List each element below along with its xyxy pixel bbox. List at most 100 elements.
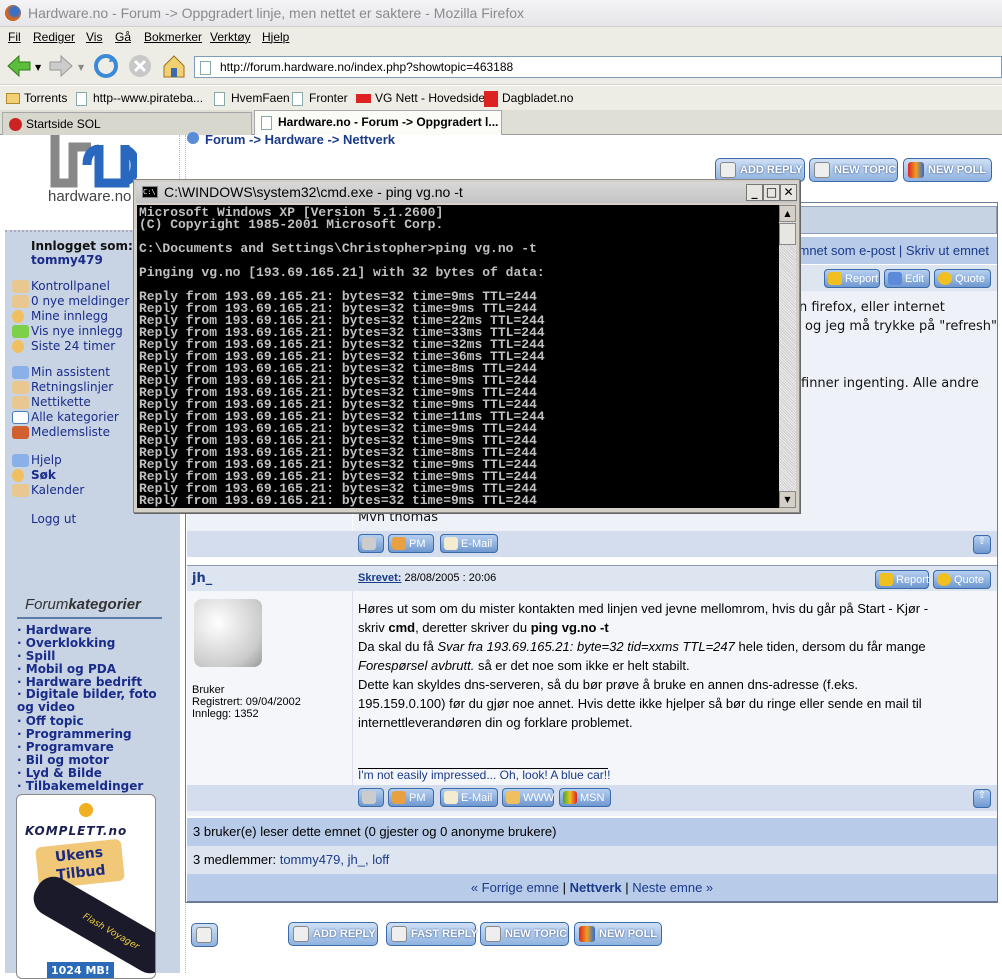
sidebar-link-meldinger[interactable]: 0 nye meldinger xyxy=(31,294,129,308)
sidebar-link-mine-innlegg[interactable]: Mine innlegg xyxy=(31,309,108,323)
quote-icon xyxy=(938,272,952,285)
sidebar-link-retningslinjer[interactable]: Retningslinjer xyxy=(31,380,113,394)
profile-button[interactable] xyxy=(358,534,384,553)
cmd-window[interactable]: C:\ C:\WINDOWS\system32\cmd.exe - ping v… xyxy=(133,179,800,513)
category-link[interactable]: · Hardware xyxy=(17,623,92,637)
new-topic-button[interactable]: NEW TOPIC xyxy=(480,922,569,946)
sidebar-link-kontrollpanel[interactable]: Kontrollpanel xyxy=(31,279,110,293)
bookmark-vg[interactable]: VG Nett - Hovedsiden xyxy=(356,91,492,105)
sidebar-link-sok[interactable]: Søk xyxy=(31,468,56,482)
post2-header: jh_ Skrevet: 28/08/2005 : 20:06 Report Q… xyxy=(187,565,997,591)
envelope-icon xyxy=(444,537,458,550)
post2-actions-row: PM E-Mail WWW MSN ⇧ xyxy=(187,785,997,811)
report-button[interactable]: Report xyxy=(824,269,880,288)
topic-options-links[interactable]: mnet som e-post | Skriv ut emnet xyxy=(799,243,990,258)
close-button[interactable]: ✕ xyxy=(780,184,797,201)
signature: I'm not easily impressed... Oh, look! A … xyxy=(358,768,611,782)
address-bar[interactable]: http://forum.hardware.no/index.php?showt… xyxy=(194,56,1002,78)
email-button[interactable]: E-Mail xyxy=(440,788,498,807)
komplett-ad-banner[interactable]: KOMPLETT.no Ukens Tilbud Flash Voyager 1… xyxy=(16,794,156,979)
breadcrumb[interactable]: Forum -> Hardware -> Nettverk xyxy=(187,132,395,147)
username-link[interactable]: tommy479 xyxy=(31,253,103,267)
category-link[interactable]: · Lyd & Bilde xyxy=(17,766,102,780)
breadcrumb-icon xyxy=(187,132,199,144)
scroll-top-button[interactable]: ⇧ xyxy=(973,789,991,808)
msn-button[interactable]: MSN xyxy=(559,788,611,807)
member-links[interactable]: tommy479, jh_, loff xyxy=(280,852,390,867)
post2-date: Skrevet: 28/08/2005 : 20:06 xyxy=(358,572,497,584)
komplett-logo-icon xyxy=(79,803,93,817)
post2-author[interactable]: jh_ xyxy=(192,571,212,586)
category-link[interactable]: · Spill xyxy=(17,649,55,663)
scroll-up-button[interactable]: ▲ xyxy=(779,205,796,222)
forum-link[interactable]: Nettverk xyxy=(570,880,622,895)
scroll-top-button[interactable]: ⇧ xyxy=(973,535,991,554)
fast-reply-button[interactable]: FAST REPLY xyxy=(386,922,478,946)
forward-dropdown-icon[interactable]: ▼ xyxy=(78,63,84,72)
next-topic-link[interactable]: Neste emne » xyxy=(632,880,713,895)
new-topic-button[interactable]: NEW TOPIC xyxy=(809,158,898,182)
sidebar-link-medlemsliste[interactable]: Medlemsliste xyxy=(31,425,110,439)
topic-options-button[interactable] xyxy=(191,923,218,947)
category-link[interactable]: · Programmering xyxy=(17,727,132,741)
sidebar-link-min-assistent[interactable]: Min assistent xyxy=(31,365,110,379)
topic-nav-row: « Forrige emne | Nettverk | Neste emne » xyxy=(187,874,997,902)
pm-button[interactable]: PM xyxy=(388,788,434,807)
www-button[interactable]: WWW xyxy=(502,788,554,807)
home-button[interactable] xyxy=(161,53,187,79)
cmd-title-bar[interactable]: C:\ C:\WINDOWS\system32\cmd.exe - ping v… xyxy=(136,182,797,203)
sidebar-link-vis-nye[interactable]: Vis nye innlegg xyxy=(31,324,123,338)
menu-vis[interactable]: Vis xyxy=(86,30,102,44)
bookmark-torrents[interactable]: Torrents xyxy=(6,91,67,105)
new-poll-button[interactable]: NEW POLL xyxy=(903,158,992,182)
forward-button[interactable] xyxy=(48,53,74,79)
new-poll-button[interactable]: NEW POLL xyxy=(574,922,662,946)
quote-button[interactable]: Quote xyxy=(933,570,991,589)
bookmark-hvemfaen[interactable]: HvemFaen xyxy=(214,91,290,106)
category-link[interactable]: · Mobil og PDA xyxy=(17,662,116,676)
category-link[interactable]: · Bil og motor xyxy=(17,753,109,767)
sidebar-link-hjelp[interactable]: Hjelp xyxy=(31,453,62,467)
quote-button[interactable]: Quote xyxy=(934,269,991,288)
sidebar-link-siste-24[interactable]: Siste 24 timer xyxy=(31,339,115,353)
category-link[interactable]: · Overklokking xyxy=(17,636,115,650)
add-reply-icon xyxy=(720,162,736,178)
menu-verktoy[interactable]: Verktøy xyxy=(210,30,251,44)
previous-topic-link[interactable]: « Forrige emne xyxy=(471,880,559,895)
sidebar-link-kalender[interactable]: Kalender xyxy=(31,483,84,497)
profile-button[interactable] xyxy=(358,788,384,807)
pm-button[interactable]: PM xyxy=(388,534,434,553)
scroll-thumb[interactable] xyxy=(779,223,796,245)
back-dropdown-icon[interactable]: ▼ xyxy=(35,63,41,72)
bookmark-piratebay[interactable]: http--www.pirateba... xyxy=(76,91,203,106)
add-reply-button[interactable]: ADD REPLY xyxy=(288,922,378,946)
category-link[interactable]: · Off topic xyxy=(17,714,84,728)
email-button[interactable]: E-Mail xyxy=(440,534,498,553)
menu-hjelp[interactable]: Hjelp xyxy=(262,30,289,44)
category-link[interactable]: · Tilbakemeldinger xyxy=(17,779,143,793)
logout-link[interactable]: Logg ut xyxy=(31,512,76,526)
report-button[interactable]: Report xyxy=(875,570,929,589)
edit-button[interactable]: Edit xyxy=(884,269,930,288)
back-button[interactable] xyxy=(6,53,32,79)
menu-rediger[interactable]: Rediger xyxy=(33,30,75,44)
reload-button[interactable] xyxy=(93,53,119,79)
url-text[interactable]: http://forum.hardware.no/index.php?showt… xyxy=(220,60,513,74)
menu-bokmerker[interactable]: Bokmerker xyxy=(144,30,202,44)
menu-ga[interactable]: Gå xyxy=(115,30,131,44)
console-output[interactable]: Microsoft Windows XP [Version 5.1.2600](… xyxy=(137,205,779,508)
bookmark-dagbladet[interactable]: Dagbladet.no xyxy=(484,91,573,107)
menu-fil[interactable]: Fil xyxy=(8,30,21,44)
minimize-button[interactable]: _ xyxy=(746,184,763,201)
sidebar-link-alle-kategorier[interactable]: Alle kategorier xyxy=(31,410,119,424)
bookmark-fronter[interactable]: Fronter xyxy=(292,91,348,106)
maximize-button[interactable]: □ xyxy=(763,184,780,201)
category-link[interactable]: · Programvare xyxy=(17,740,114,754)
sidebar-link-nettikette[interactable]: Nettikette xyxy=(31,395,91,409)
console-scrollbar[interactable]: ▲ ▼ xyxy=(779,205,796,508)
permalink[interactable]: Skrevet: xyxy=(358,572,401,584)
category-link[interactable]: · Digitale bilder, foto og video xyxy=(17,688,177,714)
page-icon xyxy=(214,91,225,106)
stop-button[interactable] xyxy=(127,53,153,79)
scroll-down-button[interactable]: ▼ xyxy=(779,491,796,508)
